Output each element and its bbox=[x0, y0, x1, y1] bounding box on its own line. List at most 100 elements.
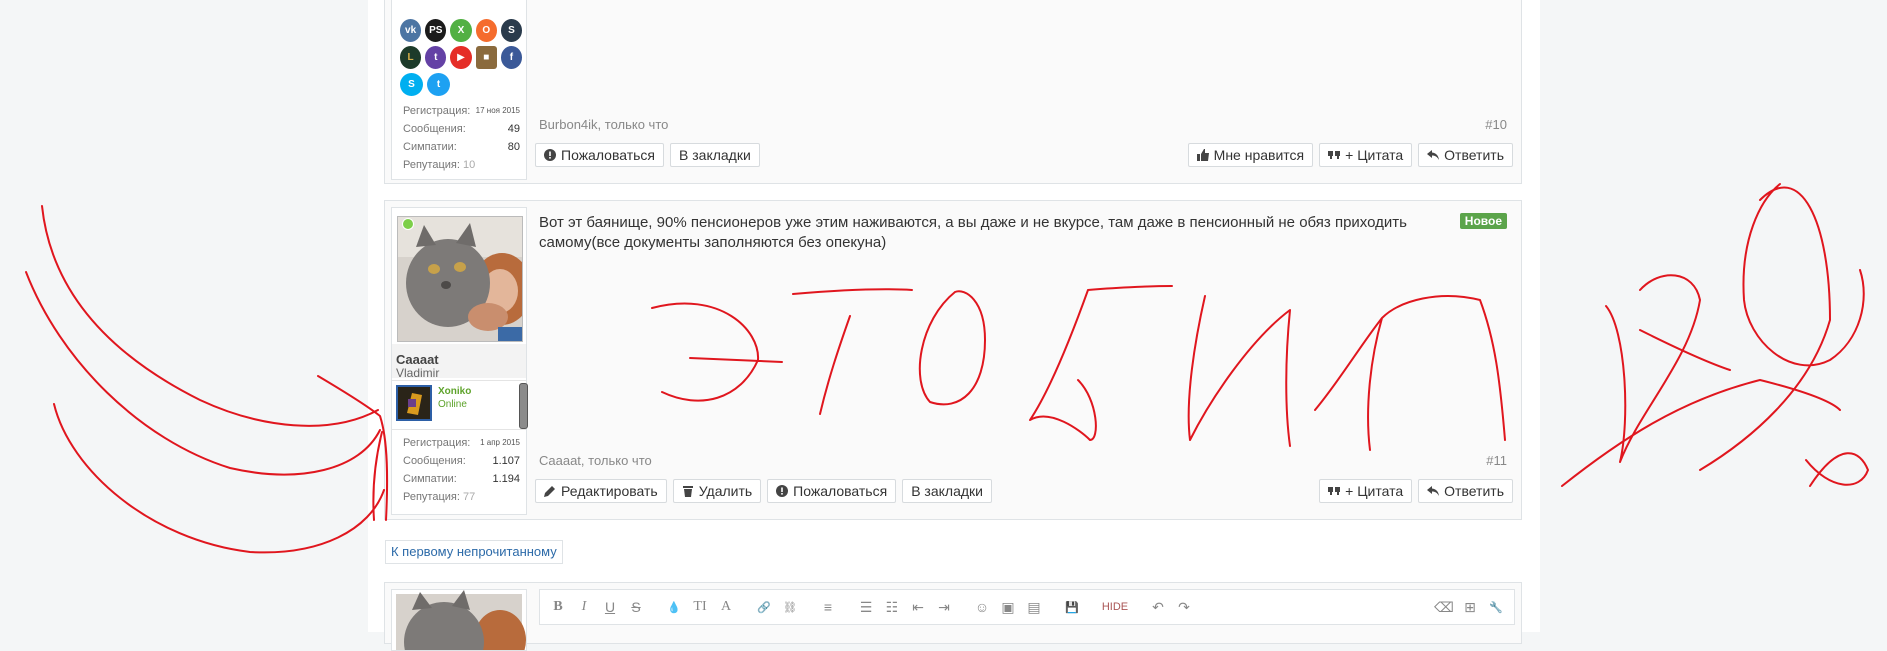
reply-label: Ответить bbox=[1444, 147, 1504, 163]
twitch-icon[interactable]: t bbox=[425, 46, 447, 69]
mini-profile-card[interactable]: Xoniko Online bbox=[392, 380, 528, 430]
playstation-icon[interactable]: PS bbox=[425, 19, 447, 42]
stat-label: Регистрация: bbox=[403, 105, 471, 117]
stat-label: Симпатии: bbox=[403, 473, 457, 485]
author-link[interactable]: Burbon4ik bbox=[539, 117, 598, 132]
align-button[interactable]: ≡ bbox=[816, 596, 840, 618]
stat-label: Репутация: bbox=[403, 491, 460, 503]
stat-label: Симпатии: bbox=[403, 141, 457, 153]
redo-button[interactable]: ↷ bbox=[1172, 596, 1196, 618]
reply-label: Ответить bbox=[1444, 483, 1504, 499]
username[interactable]: Caaaat bbox=[396, 352, 439, 367]
steam-icon[interactable]: S bbox=[500, 19, 523, 42]
scribble-left-2 bbox=[25, 271, 381, 476]
xbox-icon[interactable]: X bbox=[450, 19, 472, 42]
edit-label: Редактировать bbox=[561, 483, 658, 499]
mini-avatar[interactable] bbox=[396, 385, 432, 421]
edit-button[interactable]: Редактировать bbox=[535, 479, 667, 503]
post-number[interactable]: #10 bbox=[1485, 117, 1507, 132]
undo-button[interactable]: ↶ bbox=[1146, 596, 1170, 618]
quote-button[interactable]: + Цитата bbox=[1319, 143, 1413, 167]
smilies-button[interactable]: ☺ bbox=[970, 596, 994, 618]
stat-value: 1 апр 2015 bbox=[480, 438, 520, 447]
post-time: , только что bbox=[597, 117, 669, 132]
like-button[interactable]: Мне нравится bbox=[1187, 143, 1314, 167]
stat-value: 77 bbox=[462, 491, 476, 503]
mini-name[interactable]: Xoniko bbox=[438, 386, 471, 397]
outdent-button[interactable]: ⇤ bbox=[906, 596, 930, 618]
color-button[interactable]: 💧 bbox=[662, 596, 686, 618]
insert-button[interactable]: ⊞ bbox=[1458, 596, 1482, 618]
report-label: Пожаловаться bbox=[561, 147, 656, 163]
bookmark-button[interactable]: В закладки bbox=[670, 143, 760, 167]
link-button[interactable]: 🔗 bbox=[752, 596, 776, 618]
unlink-button[interactable]: ⛓ bbox=[778, 596, 802, 618]
post-10-user-column: vk PS X O S L t ▶ ■ f S t Регистрация: 1… bbox=[391, 0, 527, 180]
save-draft-button[interactable]: 💾 bbox=[1060, 596, 1084, 618]
post-11-body: Вот эт баянище, 90% пенсионеров уже этим… bbox=[535, 201, 1513, 519]
post-message: Вот эт баянище, 90% пенсионеров уже этим… bbox=[539, 214, 1407, 251]
post-time: , только что bbox=[580, 453, 652, 468]
quote-label: + Цитата bbox=[1345, 147, 1404, 163]
settings-wrench-button[interactable]: 🔧 bbox=[1484, 596, 1508, 618]
facebook-icon[interactable]: f bbox=[500, 46, 523, 69]
exclamation-circle-icon bbox=[544, 149, 556, 161]
stat-value: 1.107 bbox=[492, 455, 520, 467]
image-button[interactable]: ▣ bbox=[996, 596, 1020, 618]
cat-photo-icon bbox=[398, 217, 522, 341]
author-link[interactable]: Caaaat bbox=[539, 453, 581, 468]
post-number[interactable]: #11 bbox=[1486, 453, 1507, 468]
post-10: vk PS X O S L t ▶ ■ f S t Регистрация: 1… bbox=[384, 0, 1522, 184]
font-size-button[interactable]: TI bbox=[688, 596, 712, 618]
origin-icon[interactable]: O bbox=[475, 19, 497, 42]
league-icon[interactable]: L bbox=[400, 46, 422, 69]
delete-label: Удалить bbox=[698, 483, 753, 499]
skype-icon[interactable]: S bbox=[400, 73, 423, 96]
vk-icon[interactable]: vk bbox=[400, 19, 422, 42]
report-button[interactable]: Пожаловаться bbox=[535, 143, 665, 167]
bookmark-label: В закладки bbox=[911, 483, 983, 499]
reply-icon bbox=[1427, 150, 1440, 160]
strike-button[interactable]: S bbox=[624, 596, 648, 618]
youtube-icon[interactable]: ▶ bbox=[450, 46, 472, 69]
underline-button[interactable]: U bbox=[598, 596, 622, 618]
reply-button[interactable]: Ответить bbox=[1418, 479, 1513, 503]
font-family-button[interactable]: A bbox=[714, 596, 738, 618]
bookmark-label: В закладки bbox=[679, 147, 751, 163]
mini-status: Online bbox=[438, 399, 467, 410]
scribble-left-1 bbox=[41, 205, 379, 427]
post-10-left-actions: Пожаловаться В закладки bbox=[535, 143, 760, 167]
signature-loop bbox=[1561, 183, 1869, 487]
new-badge: Новое bbox=[1459, 213, 1507, 229]
stat-value: 49 bbox=[507, 123, 520, 135]
post-10-right-actions: Мне нравится + Цитата Ответить bbox=[1187, 143, 1513, 167]
indent-button[interactable]: ⇥ bbox=[932, 596, 956, 618]
post-meta: Caaaat, только что bbox=[539, 453, 652, 468]
mini-card-handle[interactable] bbox=[519, 383, 528, 429]
quick-reply-editor: B I U S 💧 TI A 🔗 ⛓ ≡ ☰ ☷ ⇤ ⇥ ☺ ▣ ▤ 💾 HID… bbox=[384, 582, 1522, 651]
pencil-icon bbox=[544, 486, 555, 497]
quote-label: + Цитата bbox=[1345, 483, 1404, 499]
bold-button[interactable]: B bbox=[546, 596, 570, 618]
minecraft-icon[interactable]: ■ bbox=[475, 46, 497, 69]
thumbs-up-icon bbox=[1196, 149, 1209, 161]
avatar[interactable] bbox=[397, 216, 523, 342]
hide-button[interactable]: HIDE bbox=[1098, 596, 1132, 618]
italic-button[interactable]: I bbox=[572, 596, 596, 618]
delete-button[interactable]: Удалить bbox=[672, 479, 762, 503]
quote-icon bbox=[1328, 487, 1341, 495]
bookmark-button[interactable]: В закладки bbox=[902, 479, 992, 503]
report-button[interactable]: Пожаловаться bbox=[767, 479, 897, 503]
stat-label: Сообщения: bbox=[403, 455, 466, 467]
media-button[interactable]: ▤ bbox=[1022, 596, 1046, 618]
remove-format-button[interactable]: ⌫ bbox=[1432, 596, 1456, 618]
bullet-list-button[interactable]: ☰ bbox=[854, 596, 878, 618]
number-list-button[interactable]: ☷ bbox=[880, 596, 904, 618]
quote-button[interactable]: + Цитата bbox=[1319, 479, 1413, 503]
reply-button[interactable]: Ответить bbox=[1418, 143, 1513, 167]
trash-icon bbox=[682, 486, 693, 497]
post-11-user-column: Caaaat Vladimir Xoniko Online Регистраци… bbox=[391, 207, 528, 515]
editor-toolbar: B I U S 💧 TI A 🔗 ⛓ ≡ ☰ ☷ ⇤ ⇥ ☺ ▣ ▤ 💾 HID… bbox=[539, 589, 1515, 625]
first-unread-link[interactable]: К первому непрочитанному bbox=[385, 540, 563, 564]
twitter-icon[interactable]: t bbox=[427, 73, 450, 96]
